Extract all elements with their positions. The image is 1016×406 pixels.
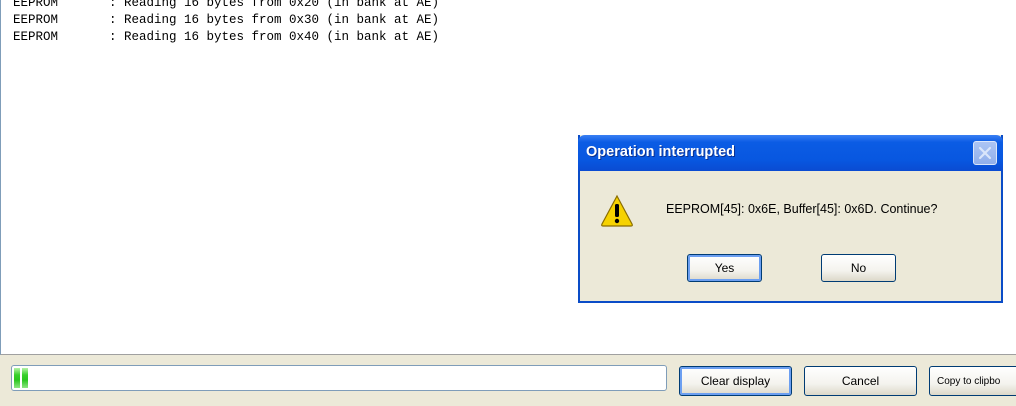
yes-button[interactable]: Yes [687,254,762,282]
cancel-button[interactable]: Cancel [804,366,917,396]
clear-display-button[interactable]: Clear display [679,366,792,396]
dialog-title: Operation interrupted [586,144,736,160]
log-line: EEPROM: Reading 16 bytes from 0x20 (in b… [13,0,440,10]
operation-interrupted-dialog: Operation interrupted EEPROM[45]: 0x6E, … [578,135,1003,303]
log-line: EEPROM: Reading 16 bytes from 0x40 (in b… [13,30,440,44]
close-icon[interactable] [973,141,997,165]
no-button[interactable]: No [821,254,896,282]
dialog-titlebar[interactable]: Operation interrupted [578,135,1003,171]
copy-to-clipboard-button[interactable]: Copy to clipbo [929,366,1016,396]
dialog-message: EEPROM[45]: 0x6E, Buffer[45]: 0x6D. Cont… [666,202,938,216]
progress-bar [11,365,667,391]
log-line: EEPROM: Reading 16 bytes from 0x30 (in b… [13,13,440,27]
warning-icon [600,194,634,228]
progress-fill [14,368,28,388]
